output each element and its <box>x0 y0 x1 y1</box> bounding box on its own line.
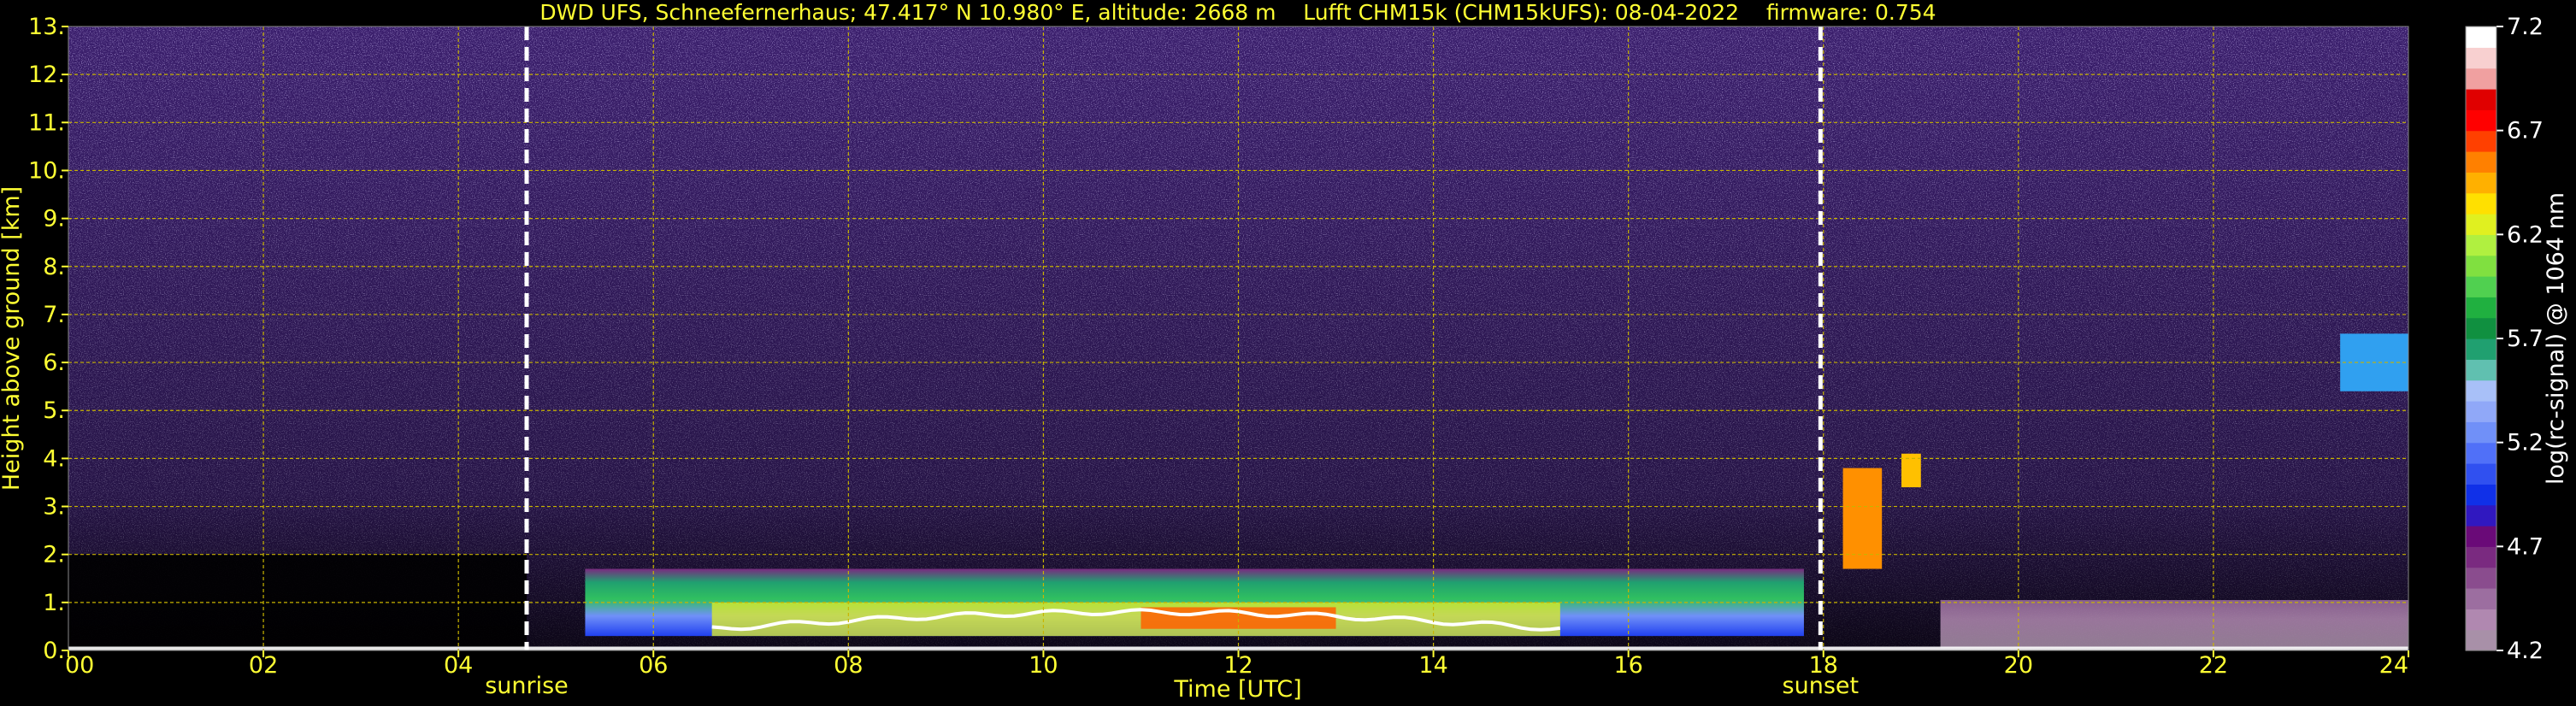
colorbar-swatch <box>2466 47 2496 69</box>
y-tick-label: 5. <box>43 397 65 424</box>
colorbar-swatch <box>2466 401 2496 422</box>
colorbar-swatch <box>2466 276 2496 297</box>
y-tick-label: 9. <box>43 206 65 232</box>
y-tick-label: 13. <box>28 14 65 40</box>
colorbar-swatch <box>2466 317 2496 339</box>
colorbar-swatch <box>2466 338 2496 360</box>
colorbar-swatch <box>2466 629 2496 651</box>
x-tick-label: 22 <box>2199 652 2228 679</box>
colorbar <box>2466 26 2496 651</box>
colorbar-swatch <box>2466 297 2496 319</box>
colorbar-swatch <box>2466 214 2496 235</box>
colorbar-swatch <box>2466 234 2496 256</box>
colorbar-swatch <box>2466 442 2496 464</box>
y-tick-label: 10. <box>28 157 65 184</box>
x-tick-label: 18 <box>1809 652 1838 679</box>
colorbar-swatch <box>2466 68 2496 90</box>
x-tick-label: 08 <box>834 652 863 679</box>
x-tick-label: 14 <box>1418 652 1447 679</box>
y-tick-label: 6. <box>43 350 65 376</box>
residual-layer <box>1940 600 2408 649</box>
sunrise-label: sunrise <box>485 673 569 699</box>
y-tick-label: 11. <box>28 109 65 136</box>
colorbar-tick-label: 4.2 <box>2507 638 2544 664</box>
colorbar-swatch <box>2466 26 2496 48</box>
colorbar-tick-label: 7.2 <box>2507 14 2544 40</box>
y-tick-label: 3. <box>43 494 65 521</box>
y-tick-label: 4. <box>43 445 65 472</box>
colorbar-ticks: 4.2 4.7 5.2 5.7 6.2 6.7 7.2 <box>2496 14 2544 664</box>
x-tick-label: 04 <box>444 652 473 679</box>
colorbar-swatch <box>2466 255 2496 277</box>
y-tick-label: 0. <box>43 638 65 664</box>
x-axis-label: Time [UTC] <box>1173 676 1301 703</box>
lidar-backscatter-chart: sunrise sunset 00 02 04 06 08 10 12 14 16 18 20 22 24… <box>0 0 2569 703</box>
cloud-streak-1 <box>1842 468 1883 569</box>
y-axis-ticks: 0. 1. 2. 3. 4. 5. 6. 7. 8. 9. 10. 11. 12. 13. <box>28 14 68 664</box>
colorbar-swatch <box>2466 130 2496 152</box>
y-axis-label: Height above ground [km] <box>0 186 25 491</box>
x-tick-label: 06 <box>639 652 668 679</box>
colorbar-tick-label: 6.2 <box>2507 221 2544 248</box>
colorbar-swatch <box>2466 421 2496 444</box>
colorbar-swatch <box>2466 484 2496 506</box>
x-tick-label: 20 <box>2004 652 2033 679</box>
x-tick-label: 12 <box>1223 652 1253 679</box>
colorbar-swatch <box>2466 359 2496 381</box>
colorbar-swatch <box>2466 192 2496 215</box>
colorbar-swatch <box>2466 172 2496 194</box>
colorbar-swatch <box>2466 379 2496 402</box>
x-tick-label: 24 <box>2379 652 2408 679</box>
colorbar-swatch <box>2466 109 2496 132</box>
colorbar-swatch <box>2466 151 2496 173</box>
chart-title: DWD UFS, Schneefernerhaus; 47.417° N 10.… <box>539 0 1936 25</box>
colorbar-swatch <box>2466 588 2496 609</box>
x-tick-label: 00 <box>65 652 94 679</box>
colorbar-swatch <box>2466 609 2496 631</box>
y-tick-label: 12. <box>28 62 65 88</box>
y-tick-label: 7. <box>43 302 65 328</box>
y-tick-label: 8. <box>43 254 65 280</box>
colorbar-swatch <box>2466 89 2496 110</box>
colorbar-tick-label: 5.7 <box>2507 326 2544 352</box>
colorbar-tick-label: 5.2 <box>2507 430 2544 456</box>
y-tick-label: 1. <box>43 590 65 616</box>
x-tick-label: 02 <box>249 652 278 679</box>
colorbar-tick-label: 4.7 <box>2507 533 2544 560</box>
y-tick-label: 2. <box>43 542 65 568</box>
colorbar-tick-label: 6.7 <box>2507 118 2544 144</box>
colorbar-swatch <box>2466 526 2496 547</box>
x-axis-ticks: 00 02 04 06 08 10 12 14 16 18 20 22 24 <box>65 650 2409 679</box>
colorbar-swatch <box>2466 504 2496 527</box>
colorbar-label: log(rc-signal) @ 1064 nm <box>2543 192 2569 485</box>
x-tick-label: 16 <box>1613 652 1642 679</box>
colorbar-swatch <box>2466 463 2496 485</box>
colorbar-swatch <box>2466 567 2496 589</box>
colorbar-swatch <box>2466 546 2496 568</box>
x-tick-label: 10 <box>1029 652 1058 679</box>
